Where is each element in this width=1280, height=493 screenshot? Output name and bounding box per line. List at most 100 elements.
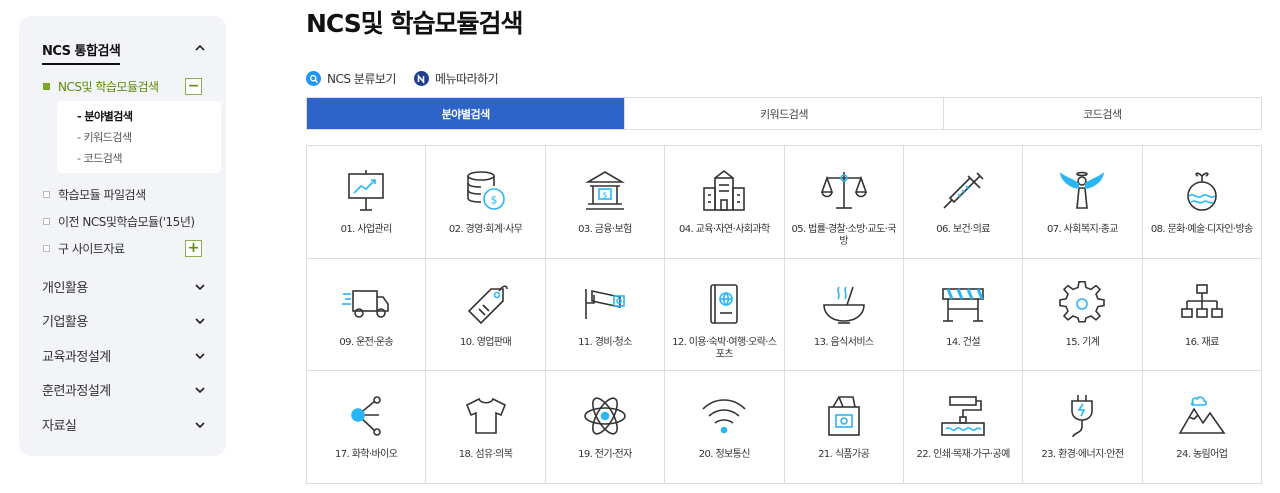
category-label: 16. 재료 xyxy=(1184,336,1219,348)
svg-text:$: $ xyxy=(490,194,497,207)
mountains-icon xyxy=(1177,393,1227,439)
hierarchy-icon xyxy=(1177,281,1227,327)
category-label: 10. 영업판매 xyxy=(460,336,512,348)
category-cell[interactable]: 04. 교육·자연·사회과학 xyxy=(665,146,785,259)
gear-icon xyxy=(1057,280,1107,327)
category-cell[interactable]: 01. 사업관리 xyxy=(307,146,427,259)
tab-keyword-search[interactable]: 키워드검색 xyxy=(625,98,944,129)
syringe-icon xyxy=(938,168,988,214)
category-label: 23. 환경·에너지·안전 xyxy=(1041,449,1124,461)
bullet-square-icon xyxy=(43,83,50,90)
menu-guide-link[interactable]: 메뉴따라하기 xyxy=(413,70,499,87)
category-cell[interactable]: 05. 법률·경찰·소방·교도·국방 xyxy=(784,146,904,259)
sidebar-heading[interactable]: NCS 통합검색 xyxy=(42,40,121,65)
category-label: 19. 전기·전자 xyxy=(578,449,632,461)
submenu-item-keyword-search[interactable]: - 키워드검색 xyxy=(77,129,132,145)
section-personal[interactable]: 개인활용 xyxy=(42,277,88,296)
sidebar-item-previous-ncs[interactable]: 이전 NCS및학습모듈('15년) xyxy=(43,213,195,230)
svg-text:$: $ xyxy=(602,191,607,200)
paint-roller-icon xyxy=(938,393,988,439)
category-label: 06. 보건·의료 xyxy=(936,224,990,235)
sidebar-item-label: NCS및 학습모듈검색 xyxy=(58,80,159,94)
coins-dollar-icon: $ xyxy=(461,168,511,214)
category-cell[interactable]: 17. 화학·바이오 xyxy=(307,371,427,484)
submenu: - 분야별검색 - 키워드검색 - 코드검색 xyxy=(57,101,221,173)
road-barrier-icon xyxy=(938,281,988,327)
tab-category-search[interactable]: 분야별검색 xyxy=(307,98,626,129)
chevron-down-icon[interactable] xyxy=(194,350,206,362)
cctv-camera-icon xyxy=(580,281,630,327)
steaming-bowl-icon xyxy=(819,281,869,327)
category-cell[interactable]: 09. 운전·운송 xyxy=(307,258,427,372)
category-cell[interactable]: 08. 문화·예술·디자인·방송 xyxy=(1142,146,1262,259)
bullet-square-icon xyxy=(43,191,50,198)
expand-button[interactable]: + xyxy=(185,240,202,257)
category-label: 13. 음식서비스 xyxy=(813,336,874,348)
category-cell[interactable]: 19. 전기·전자 xyxy=(545,371,666,484)
school-building-icon xyxy=(699,168,749,214)
sidebar-item-old-site[interactable]: 구 사이트자료 xyxy=(43,240,125,257)
category-cell[interactable]: 22. 인쇄·목재·가구·공예 xyxy=(903,371,1024,484)
t-shirt-icon xyxy=(461,393,511,439)
n-logo-icon xyxy=(413,71,429,86)
category-cell[interactable]: 12. 이용·숙박·여행·오락·스포츠 xyxy=(665,258,785,372)
power-plug-icon xyxy=(1057,393,1107,439)
top-links: NCS 분류보기 메뉴따라하기 xyxy=(306,70,499,87)
submenu-item-code-search[interactable]: - 코드검색 xyxy=(77,150,122,166)
bullet-square-icon xyxy=(43,218,50,225)
atom-icon xyxy=(580,393,630,439)
chevron-down-icon[interactable] xyxy=(194,384,206,396)
category-label: 07. 사회복지·종교 xyxy=(1047,224,1118,235)
category-cell[interactable]: 07. 사회복지·종교 xyxy=(1023,146,1143,259)
magnifier-icon xyxy=(306,71,321,86)
passport-icon xyxy=(699,281,749,327)
bank-building-icon: $ xyxy=(580,168,630,214)
section-education[interactable]: 교육과정설계 xyxy=(42,346,111,365)
ncs-classification-link[interactable]: NCS 분류보기 xyxy=(306,70,396,87)
price-tag-icon xyxy=(461,281,511,327)
chevron-down-icon[interactable] xyxy=(194,315,206,327)
category-cell[interactable]: 24. 농림어업 xyxy=(1142,371,1262,484)
category-label: 24. 농림어업 xyxy=(1176,449,1228,461)
category-label: 05. 법률·경찰·소방·교도·국방 xyxy=(791,224,896,247)
category-cell[interactable]: $ 02. 경영·회계·사무 xyxy=(426,146,546,259)
sidebar: NCS 통합검색 NCS및 학습모듈검색 − - 분야별검색 - 키워드검색 -… xyxy=(19,16,226,456)
section-business[interactable]: 기업활용 xyxy=(42,311,88,330)
category-cell[interactable]: 16. 재료 xyxy=(1142,258,1262,372)
category-cell[interactable]: 20. 정보통신 xyxy=(665,371,785,484)
page-title: NCS및 학습모듈검색 xyxy=(306,9,523,38)
section-training[interactable]: 훈련과정설계 xyxy=(42,380,111,399)
angel-icon xyxy=(1057,168,1107,214)
category-label: 20. 정보통신 xyxy=(698,449,751,461)
category-cell[interactable]: 18. 섬유·의복 xyxy=(426,371,546,484)
category-cell[interactable]: $ 03. 금융·보험 xyxy=(545,146,666,259)
milk-carton-icon xyxy=(819,393,869,439)
sidebar-item-ncs-search[interactable]: NCS및 학습모듈검색 xyxy=(43,78,159,95)
category-cell[interactable]: 23. 환경·에너지·안전 xyxy=(1023,371,1143,484)
collapse-button[interactable]: − xyxy=(185,78,202,95)
category-cell[interactable]: 13. 음식서비스 xyxy=(784,258,904,372)
category-cell[interactable]: 11. 경비·청소 xyxy=(545,258,666,372)
category-label: 01. 사업관리 xyxy=(340,224,393,235)
truck-icon xyxy=(341,281,391,327)
category-label: 21. 식품가공 xyxy=(818,449,870,461)
category-label: 17. 화학·바이오 xyxy=(335,449,398,461)
section-resources[interactable]: 자료실 xyxy=(42,415,77,434)
category-cell[interactable]: 21. 식품가공 xyxy=(784,371,904,484)
sidebar-item-module-files[interactable]: 학습모듈 파일검색 xyxy=(43,186,146,203)
molecule-icon xyxy=(341,393,391,439)
presentation-board-icon xyxy=(341,168,391,214)
tab-code-search[interactable]: 코드검색 xyxy=(943,98,1261,129)
category-label: 09. 운전·운송 xyxy=(339,336,394,348)
category-label: 08. 문화·예술·디자인·방송 xyxy=(1150,224,1253,235)
category-cell[interactable]: 10. 영업판매 xyxy=(426,258,546,372)
chevron-down-icon[interactable] xyxy=(194,281,206,293)
category-cell[interactable]: 15. 기계 xyxy=(1023,258,1143,372)
category-cell[interactable]: 06. 보건·의료 xyxy=(903,146,1024,259)
category-label: 18. 섬유·의복 xyxy=(458,449,513,461)
submenu-item-category-search[interactable]: - 분야별검색 xyxy=(77,108,133,124)
chevron-up-icon[interactable] xyxy=(194,42,206,54)
category-cell[interactable]: 14. 건설 xyxy=(903,258,1024,372)
category-label: 11. 경비·청소 xyxy=(578,336,632,348)
chevron-down-icon[interactable] xyxy=(194,419,206,431)
